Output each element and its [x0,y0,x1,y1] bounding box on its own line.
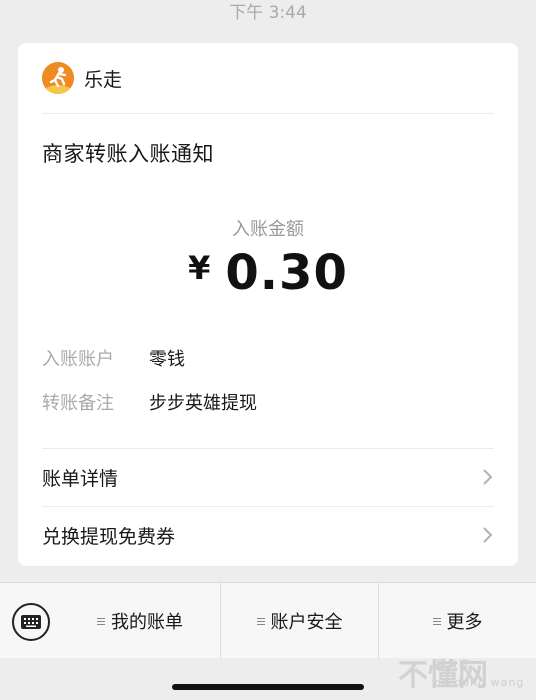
info-row-remark: 转账备注 步步英雄提现 [42,389,257,415]
amount: 0.30 [225,245,348,301]
link-label: 账单详情 [42,467,119,490]
chevron-right-icon [483,527,493,543]
link-label: 兑换提现免费券 [42,525,176,548]
menu-label: 更多 [446,612,483,633]
watermark-side: 爱分享 [434,658,471,672]
menu-label: 账户安全 [270,612,343,633]
info-key: 转账备注 [42,393,114,414]
menu-account-security[interactable]: 账户安全 [220,583,378,659]
bill-details-link[interactable]: 账单详情 [42,448,494,506]
card-header[interactable]: 乐走 [18,43,518,113]
watermark-pinyin: bu dong wang [434,676,525,689]
menu-lines-icon [432,616,441,627]
bottom-menu-bar: 我的账单 账户安全 更多 [0,582,536,659]
info-row-account: 入账账户 零钱 [42,345,185,371]
amount-value: ¥0.30 [18,245,518,301]
info-key: 入账账户 [42,349,114,370]
home-indicator[interactable] [172,684,364,690]
info-value: 步步英雄提现 [149,393,257,414]
menu-lines-icon [97,616,105,627]
withdraw-coupon-link[interactable]: 兑换提现免费券 [42,506,494,564]
amount-label: 入账金额 [232,219,304,240]
notice-title: 商家转账入账通知 [42,142,214,166]
menu-my-bills[interactable]: 我的账单 [60,583,220,659]
info-value: 零钱 [149,349,185,370]
chevron-right-icon [483,469,493,485]
currency-symbol: ¥ [188,249,212,287]
menu-more[interactable]: 更多 [378,583,536,659]
keyboard-icon[interactable] [12,603,50,641]
running-person-icon [42,62,74,94]
menu-lines-icon [256,616,265,627]
app-name: 乐走 [84,68,123,91]
menu-label: 我的账单 [111,612,183,633]
header-divider [42,113,494,114]
watermark: 不懂网 爱分享 bu dong wang [398,650,534,694]
transfer-notification-card: 乐走 商家转账入账通知 入账金额 ¥0.30 入账账户 零钱 转账备注 步步英雄… [18,43,518,566]
status-time: 下午 3:44 [229,3,307,23]
